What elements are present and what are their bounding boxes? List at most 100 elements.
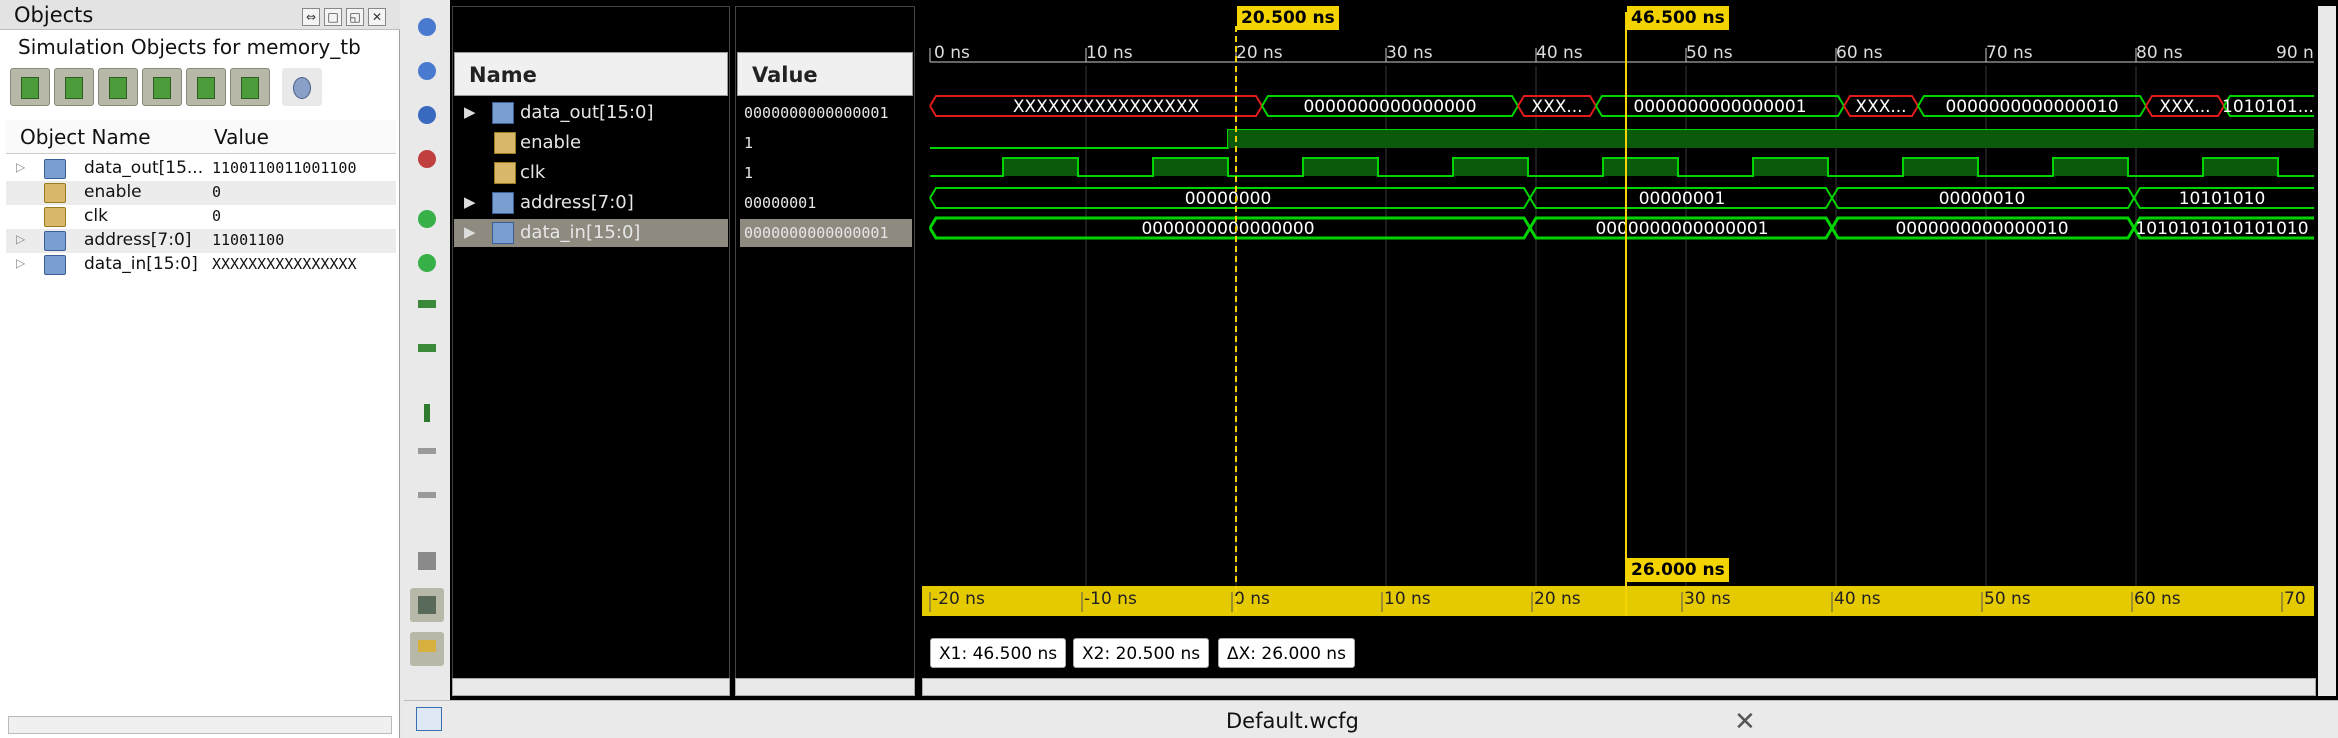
bus-value-label: XXX... [1531,97,1582,117]
cursor2-time-tag[interactable]: 20.500 ns [1237,6,1339,30]
signal-value: 1 [744,134,754,152]
bus-value-label: 00000001 [1639,189,1726,209]
settings-icon[interactable] [282,68,322,106]
signal-row-address[interactable]: ▶ address[7:0] [454,189,728,217]
zoom-cursor-icon[interactable] [410,142,444,176]
bus-icon [44,231,66,251]
signal-name: data_in[15:0] [520,222,641,243]
close-icon[interactable]: ✕ [368,8,386,26]
bus-value-label: 1010101010101010 [2135,219,2308,239]
tick-label: 10 ns [1086,43,1133,63]
object-value: 0 [212,207,222,225]
waveform-address[interactable] [929,187,2314,209]
filter-output-icon[interactable] [54,68,94,106]
restore-icon[interactable]: ⇔ [302,8,320,26]
x2-readout: X2: 20.500 ns [1073,638,1210,668]
add-marker-icon[interactable] [410,396,444,430]
bus-value-label: 00000000 [1185,189,1272,209]
filter-variable-icon[interactable] [230,68,270,106]
bit-icon [494,132,516,154]
object-name: clk [84,206,108,226]
snap-to-transition-icon[interactable] [410,588,444,622]
previous-transition-icon[interactable] [410,292,444,326]
bus-value-label: 0000000000000000 [1303,97,1476,117]
expand-arrow-icon[interactable]: ▶ [464,103,476,121]
minimize-icon[interactable]: □ [324,8,342,26]
object-row[interactable]: clk 0 [6,205,396,229]
tab-default-wcfg[interactable]: Default.wcfg [1226,709,1359,733]
wave-vscrollbar[interactable] [2318,6,2336,696]
relative-tick-label: 60 ns [2134,589,2181,609]
go-to-start-icon[interactable] [410,202,444,236]
expand-arrow-icon[interactable]: ▶ [464,193,476,211]
relative-tick-label: 70 [2284,589,2306,609]
zoom-in-icon[interactable] [410,10,444,44]
bus-value-label: 0000000000000010 [1945,97,2118,117]
zoom-out-icon[interactable] [410,54,444,88]
names-hscrollbar[interactable] [452,678,730,696]
object-row[interactable]: ▷ address[7:0] 11001100 [6,229,396,253]
zoom-fit-icon[interactable] [410,98,444,132]
values-hscrollbar[interactable] [735,678,915,696]
bit-icon [494,162,516,184]
tick-label: 20 ns [1236,43,1283,63]
bit-icon [44,183,66,203]
object-value: 11001100 [212,231,285,249]
bus-value-label: 0000000000000001 [1633,97,1806,117]
signal-row-data-out[interactable]: ▶ data_out[15:0] [454,99,728,127]
signal-value: 00000001 [744,194,817,212]
signal-value: 0000000000000001 [740,219,912,247]
filter-inout-icon[interactable] [98,68,138,106]
col-object-name[interactable]: Object Name [20,125,151,149]
bus-value-label: 0000000000000001 [1595,219,1768,239]
expand-arrow-icon[interactable]: ▷ [16,160,25,174]
expand-arrow-icon[interactable]: ▶ [464,223,476,241]
objects-table-header: Object Name Value [6,120,396,154]
floating-ruler-icon[interactable] [410,632,444,666]
object-name: data_in[15:0] [84,254,198,274]
bit-icon [44,207,66,227]
objects-hscrollbar[interactable] [8,716,392,734]
relative-tick-label: 20 ns [1534,589,1581,609]
waveform-config-icon [416,707,442,731]
previous-marker-icon[interactable] [410,440,444,474]
maximize-icon[interactable]: ◱ [346,8,364,26]
bus-icon [44,255,66,275]
relative-tick-label: -20 ns [932,589,985,609]
tab-close-icon[interactable]: ✕ [1734,707,1756,737]
filter-constant-icon[interactable] [186,68,226,106]
expand-arrow-icon[interactable]: ▷ [16,232,25,246]
signal-name: enable [520,132,582,153]
expand-arrow-icon[interactable]: ▷ [16,256,25,270]
waveform-enable[interactable] [930,129,2314,149]
objects-title-bar: Objects ⇔ □ ◱ ✕ [0,0,400,30]
wave-hscrollbar[interactable] [922,678,2316,696]
name-column-header[interactable]: Name [454,52,728,96]
tick-label: 40 ns [1536,43,1583,63]
object-row[interactable]: ▷ data_out[15... 1100110011001100 [6,157,396,181]
signal-row-data-in[interactable]: ▶ data_in[15:0] [454,219,728,247]
object-row[interactable]: enable 0 [6,181,396,205]
go-to-end-icon[interactable] [410,246,444,280]
time-ruler: 0 ns 10 ns 20 ns 30 ns 40 ns 50 ns 60 ns… [934,43,2314,63]
next-transition-icon[interactable] [410,336,444,370]
value-column-header[interactable]: Value [737,52,913,96]
filter-input-icon[interactable] [10,68,50,106]
relative-tick-label: 0 ns [1234,589,1270,609]
signal-row-clk[interactable]: clk [454,159,728,187]
tick-label: 80 ns [2136,43,2183,63]
col-value[interactable]: Value [214,125,269,149]
signal-name: clk [520,162,546,183]
delta-time-tag: 26.000 ns [1627,558,1729,582]
swap-cursors-icon[interactable] [410,544,444,578]
bus-value-label: 1010101... [2222,97,2314,117]
object-row[interactable]: ▷ data_in[15:0] XXXXXXXXXXXXXXXX [6,253,396,277]
editor-tab-bar: Default.wcfg ✕ [404,700,2338,738]
cursor1-time-tag[interactable]: 46.500 ns [1627,6,1729,30]
filter-internal-icon[interactable] [142,68,182,106]
waveform-clk[interactable] [930,157,2314,177]
waveform-canvas[interactable]: 0 ns 10 ns 20 ns 30 ns 40 ns 50 ns 60 ns… [922,6,2314,686]
bus-value-label: 0000000000000000 [1141,219,1314,239]
signal-row-enable[interactable]: enable [454,129,728,157]
next-marker-icon[interactable] [410,484,444,518]
